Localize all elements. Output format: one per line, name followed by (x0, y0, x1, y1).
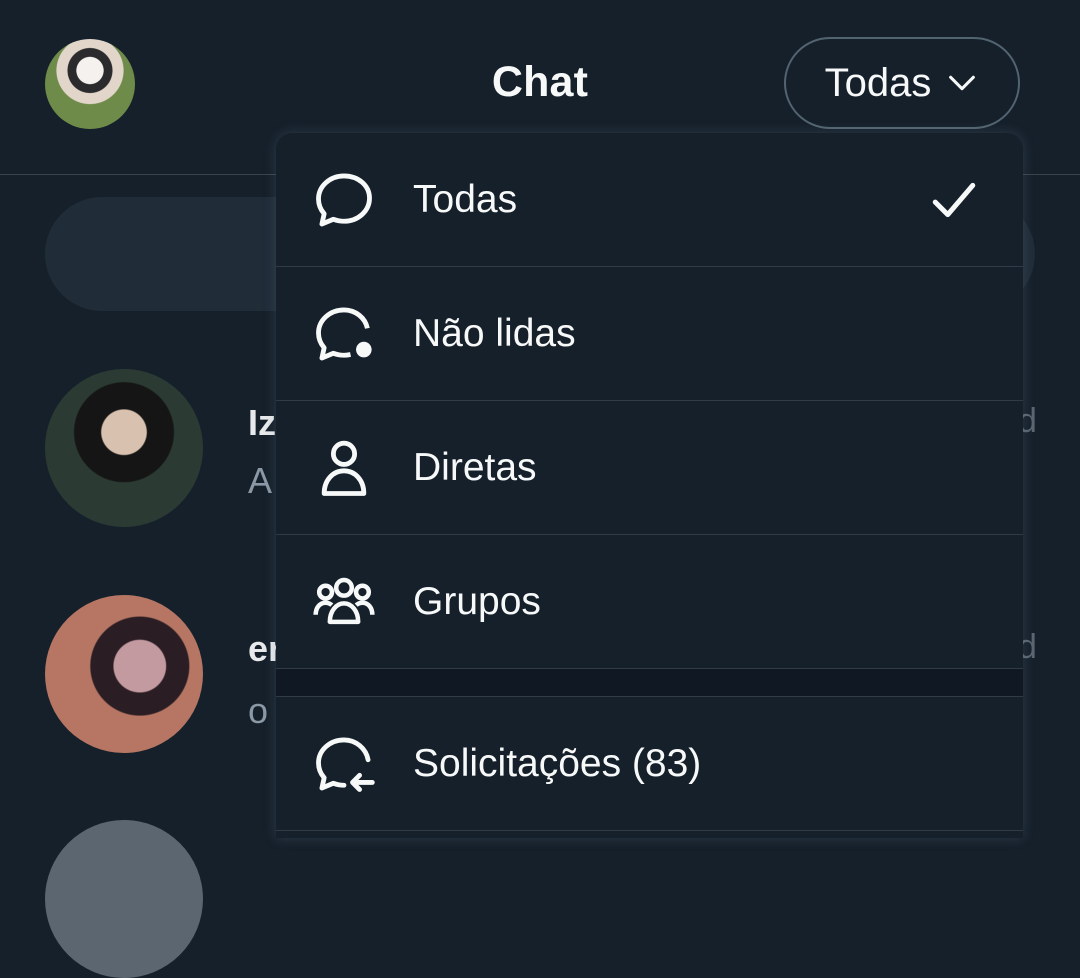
conversation-avatar[interactable] (45, 369, 203, 527)
filter-dropdown-button[interactable]: Todas (784, 37, 1020, 129)
chat-bubble-unread-icon (308, 298, 380, 370)
person-icon (308, 432, 380, 504)
menu-item-todas[interactable]: Todas (276, 133, 1023, 267)
menu-item-nao-lidas[interactable]: Não lidas (276, 267, 1023, 401)
conversation-name[interactable]: Iz (248, 402, 276, 444)
conversation-preview: o (248, 690, 269, 731)
menu-item-label: Não lidas (413, 311, 576, 355)
filter-dropdown-menu: Todas Não lidas Diretas Grupos Solicitaç… (276, 133, 1023, 838)
group-icon (308, 566, 380, 638)
chat-bubble-icon (308, 164, 380, 236)
menu-item-label: Diretas (413, 445, 537, 489)
menu-item-label: Todas (413, 177, 518, 221)
menu-item-label: Grupos (413, 579, 541, 623)
filter-dropdown-value: Todas (824, 60, 932, 105)
menu-item-diretas[interactable]: Diretas (276, 401, 1023, 535)
checkmark-icon (932, 182, 976, 217)
menu-item-label: Solicitações (83) (413, 741, 702, 785)
chevron-down-icon (949, 75, 976, 91)
conversation-avatar[interactable] (45, 595, 203, 753)
conversation-preview: A (248, 460, 273, 501)
chat-bubble-request-icon (308, 728, 380, 800)
menu-divider (276, 669, 1023, 697)
menu-item-solicitacoes[interactable]: Solicitações (83) (276, 697, 1023, 831)
conversation-avatar[interactable] (45, 820, 203, 978)
menu-item-grupos[interactable]: Grupos (276, 535, 1023, 669)
